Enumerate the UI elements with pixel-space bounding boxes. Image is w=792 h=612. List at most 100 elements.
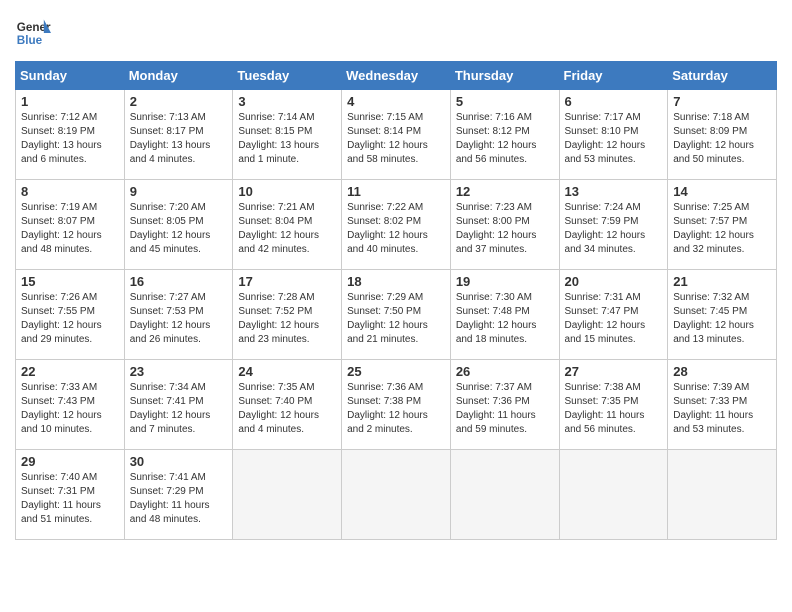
- day-number: 15: [21, 274, 119, 289]
- weekday-header-wednesday: Wednesday: [342, 62, 451, 90]
- logo-icon: General Blue: [15, 15, 51, 51]
- calendar-table: SundayMondayTuesdayWednesdayThursdayFrid…: [15, 61, 777, 540]
- day-number: 9: [130, 184, 228, 199]
- day-info: Sunrise: 7:14 AMSunset: 8:15 PMDaylight:…: [238, 112, 319, 165]
- calendar-cell: 22 Sunrise: 7:33 AMSunset: 7:43 PMDaylig…: [16, 360, 125, 450]
- day-number: 2: [130, 94, 228, 109]
- calendar-cell: [233, 450, 342, 540]
- calendar-cell: [342, 450, 451, 540]
- day-number: 25: [347, 364, 445, 379]
- weekday-header-thursday: Thursday: [450, 62, 559, 90]
- day-info: Sunrise: 7:24 AMSunset: 7:59 PMDaylight:…: [565, 202, 646, 255]
- weekday-header-monday: Monday: [124, 62, 233, 90]
- calendar-body: 1 Sunrise: 7:12 AMSunset: 8:19 PMDayligh…: [16, 90, 777, 540]
- svg-text:Blue: Blue: [17, 34, 43, 47]
- day-number: 5: [456, 94, 554, 109]
- logo: General Blue: [15, 15, 51, 51]
- calendar-cell: 26 Sunrise: 7:37 AMSunset: 7:36 PMDaylig…: [450, 360, 559, 450]
- day-info: Sunrise: 7:37 AMSunset: 7:36 PMDaylight:…: [456, 382, 536, 435]
- day-number: 3: [238, 94, 336, 109]
- day-number: 6: [565, 94, 663, 109]
- day-info: Sunrise: 7:40 AMSunset: 7:31 PMDaylight:…: [21, 472, 101, 525]
- weekday-header-saturday: Saturday: [668, 62, 777, 90]
- day-number: 8: [21, 184, 119, 199]
- weekday-header-friday: Friday: [559, 62, 668, 90]
- day-info: Sunrise: 7:15 AMSunset: 8:14 PMDaylight:…: [347, 112, 428, 165]
- calendar-cell: 5 Sunrise: 7:16 AMSunset: 8:12 PMDayligh…: [450, 90, 559, 180]
- day-info: Sunrise: 7:34 AMSunset: 7:41 PMDaylight:…: [130, 382, 211, 435]
- day-info: Sunrise: 7:30 AMSunset: 7:48 PMDaylight:…: [456, 292, 537, 345]
- calendar-cell: 25 Sunrise: 7:36 AMSunset: 7:38 PMDaylig…: [342, 360, 451, 450]
- calendar-cell: 29 Sunrise: 7:40 AMSunset: 7:31 PMDaylig…: [16, 450, 125, 540]
- day-number: 27: [565, 364, 663, 379]
- calendar-cell: 23 Sunrise: 7:34 AMSunset: 7:41 PMDaylig…: [124, 360, 233, 450]
- calendar-cell: 9 Sunrise: 7:20 AMSunset: 8:05 PMDayligh…: [124, 180, 233, 270]
- weekday-header-sunday: Sunday: [16, 62, 125, 90]
- day-number: 18: [347, 274, 445, 289]
- calendar-cell: 3 Sunrise: 7:14 AMSunset: 8:15 PMDayligh…: [233, 90, 342, 180]
- day-info: Sunrise: 7:16 AMSunset: 8:12 PMDaylight:…: [456, 112, 537, 165]
- calendar-week-3: 15 Sunrise: 7:26 AMSunset: 7:55 PMDaylig…: [16, 270, 777, 360]
- calendar-cell: 7 Sunrise: 7:18 AMSunset: 8:09 PMDayligh…: [668, 90, 777, 180]
- calendar-week-4: 22 Sunrise: 7:33 AMSunset: 7:43 PMDaylig…: [16, 360, 777, 450]
- day-number: 23: [130, 364, 228, 379]
- calendar-cell: 1 Sunrise: 7:12 AMSunset: 8:19 PMDayligh…: [16, 90, 125, 180]
- day-info: Sunrise: 7:27 AMSunset: 7:53 PMDaylight:…: [130, 292, 211, 345]
- day-info: Sunrise: 7:41 AMSunset: 7:29 PMDaylight:…: [130, 472, 210, 525]
- day-info: Sunrise: 7:22 AMSunset: 8:02 PMDaylight:…: [347, 202, 428, 255]
- day-number: 17: [238, 274, 336, 289]
- calendar-week-1: 1 Sunrise: 7:12 AMSunset: 8:19 PMDayligh…: [16, 90, 777, 180]
- calendar-cell: [559, 450, 668, 540]
- calendar-cell: 18 Sunrise: 7:29 AMSunset: 7:50 PMDaylig…: [342, 270, 451, 360]
- calendar-week-5: 29 Sunrise: 7:40 AMSunset: 7:31 PMDaylig…: [16, 450, 777, 540]
- day-info: Sunrise: 7:35 AMSunset: 7:40 PMDaylight:…: [238, 382, 319, 435]
- calendar-cell: 13 Sunrise: 7:24 AMSunset: 7:59 PMDaylig…: [559, 180, 668, 270]
- calendar-cell: 12 Sunrise: 7:23 AMSunset: 8:00 PMDaylig…: [450, 180, 559, 270]
- day-number: 19: [456, 274, 554, 289]
- calendar-cell: 14 Sunrise: 7:25 AMSunset: 7:57 PMDaylig…: [668, 180, 777, 270]
- calendar-cell: 4 Sunrise: 7:15 AMSunset: 8:14 PMDayligh…: [342, 90, 451, 180]
- day-info: Sunrise: 7:38 AMSunset: 7:35 PMDaylight:…: [565, 382, 645, 435]
- calendar-cell: 21 Sunrise: 7:32 AMSunset: 7:45 PMDaylig…: [668, 270, 777, 360]
- day-number: 28: [673, 364, 771, 379]
- day-info: Sunrise: 7:32 AMSunset: 7:45 PMDaylight:…: [673, 292, 754, 345]
- day-info: Sunrise: 7:12 AMSunset: 8:19 PMDaylight:…: [21, 112, 102, 165]
- day-number: 10: [238, 184, 336, 199]
- day-number: 7: [673, 94, 771, 109]
- day-info: Sunrise: 7:21 AMSunset: 8:04 PMDaylight:…: [238, 202, 319, 255]
- calendar-cell: 20 Sunrise: 7:31 AMSunset: 7:47 PMDaylig…: [559, 270, 668, 360]
- calendar-cell: 8 Sunrise: 7:19 AMSunset: 8:07 PMDayligh…: [16, 180, 125, 270]
- day-info: Sunrise: 7:17 AMSunset: 8:10 PMDaylight:…: [565, 112, 646, 165]
- calendar-cell: 16 Sunrise: 7:27 AMSunset: 7:53 PMDaylig…: [124, 270, 233, 360]
- day-info: Sunrise: 7:31 AMSunset: 7:47 PMDaylight:…: [565, 292, 646, 345]
- day-number: 1: [21, 94, 119, 109]
- calendar-week-2: 8 Sunrise: 7:19 AMSunset: 8:07 PMDayligh…: [16, 180, 777, 270]
- day-number: 24: [238, 364, 336, 379]
- page-header: General Blue: [15, 15, 777, 51]
- day-number: 14: [673, 184, 771, 199]
- day-number: 26: [456, 364, 554, 379]
- calendar-cell: 24 Sunrise: 7:35 AMSunset: 7:40 PMDaylig…: [233, 360, 342, 450]
- calendar-cell: 15 Sunrise: 7:26 AMSunset: 7:55 PMDaylig…: [16, 270, 125, 360]
- calendar-header-row: SundayMondayTuesdayWednesdayThursdayFrid…: [16, 62, 777, 90]
- day-info: Sunrise: 7:33 AMSunset: 7:43 PMDaylight:…: [21, 382, 102, 435]
- day-info: Sunrise: 7:13 AMSunset: 8:17 PMDaylight:…: [130, 112, 211, 165]
- calendar-cell: 17 Sunrise: 7:28 AMSunset: 7:52 PMDaylig…: [233, 270, 342, 360]
- day-number: 22: [21, 364, 119, 379]
- day-number: 16: [130, 274, 228, 289]
- day-number: 21: [673, 274, 771, 289]
- day-info: Sunrise: 7:19 AMSunset: 8:07 PMDaylight:…: [21, 202, 102, 255]
- day-info: Sunrise: 7:23 AMSunset: 8:00 PMDaylight:…: [456, 202, 537, 255]
- day-info: Sunrise: 7:18 AMSunset: 8:09 PMDaylight:…: [673, 112, 754, 165]
- day-number: 30: [130, 454, 228, 469]
- day-info: Sunrise: 7:36 AMSunset: 7:38 PMDaylight:…: [347, 382, 428, 435]
- day-info: Sunrise: 7:39 AMSunset: 7:33 PMDaylight:…: [673, 382, 753, 435]
- calendar-cell: 11 Sunrise: 7:22 AMSunset: 8:02 PMDaylig…: [342, 180, 451, 270]
- calendar-cell: [450, 450, 559, 540]
- day-info: Sunrise: 7:29 AMSunset: 7:50 PMDaylight:…: [347, 292, 428, 345]
- calendar-cell: 19 Sunrise: 7:30 AMSunset: 7:48 PMDaylig…: [450, 270, 559, 360]
- calendar-cell: 2 Sunrise: 7:13 AMSunset: 8:17 PMDayligh…: [124, 90, 233, 180]
- day-info: Sunrise: 7:26 AMSunset: 7:55 PMDaylight:…: [21, 292, 102, 345]
- calendar-cell: 27 Sunrise: 7:38 AMSunset: 7:35 PMDaylig…: [559, 360, 668, 450]
- day-info: Sunrise: 7:25 AMSunset: 7:57 PMDaylight:…: [673, 202, 754, 255]
